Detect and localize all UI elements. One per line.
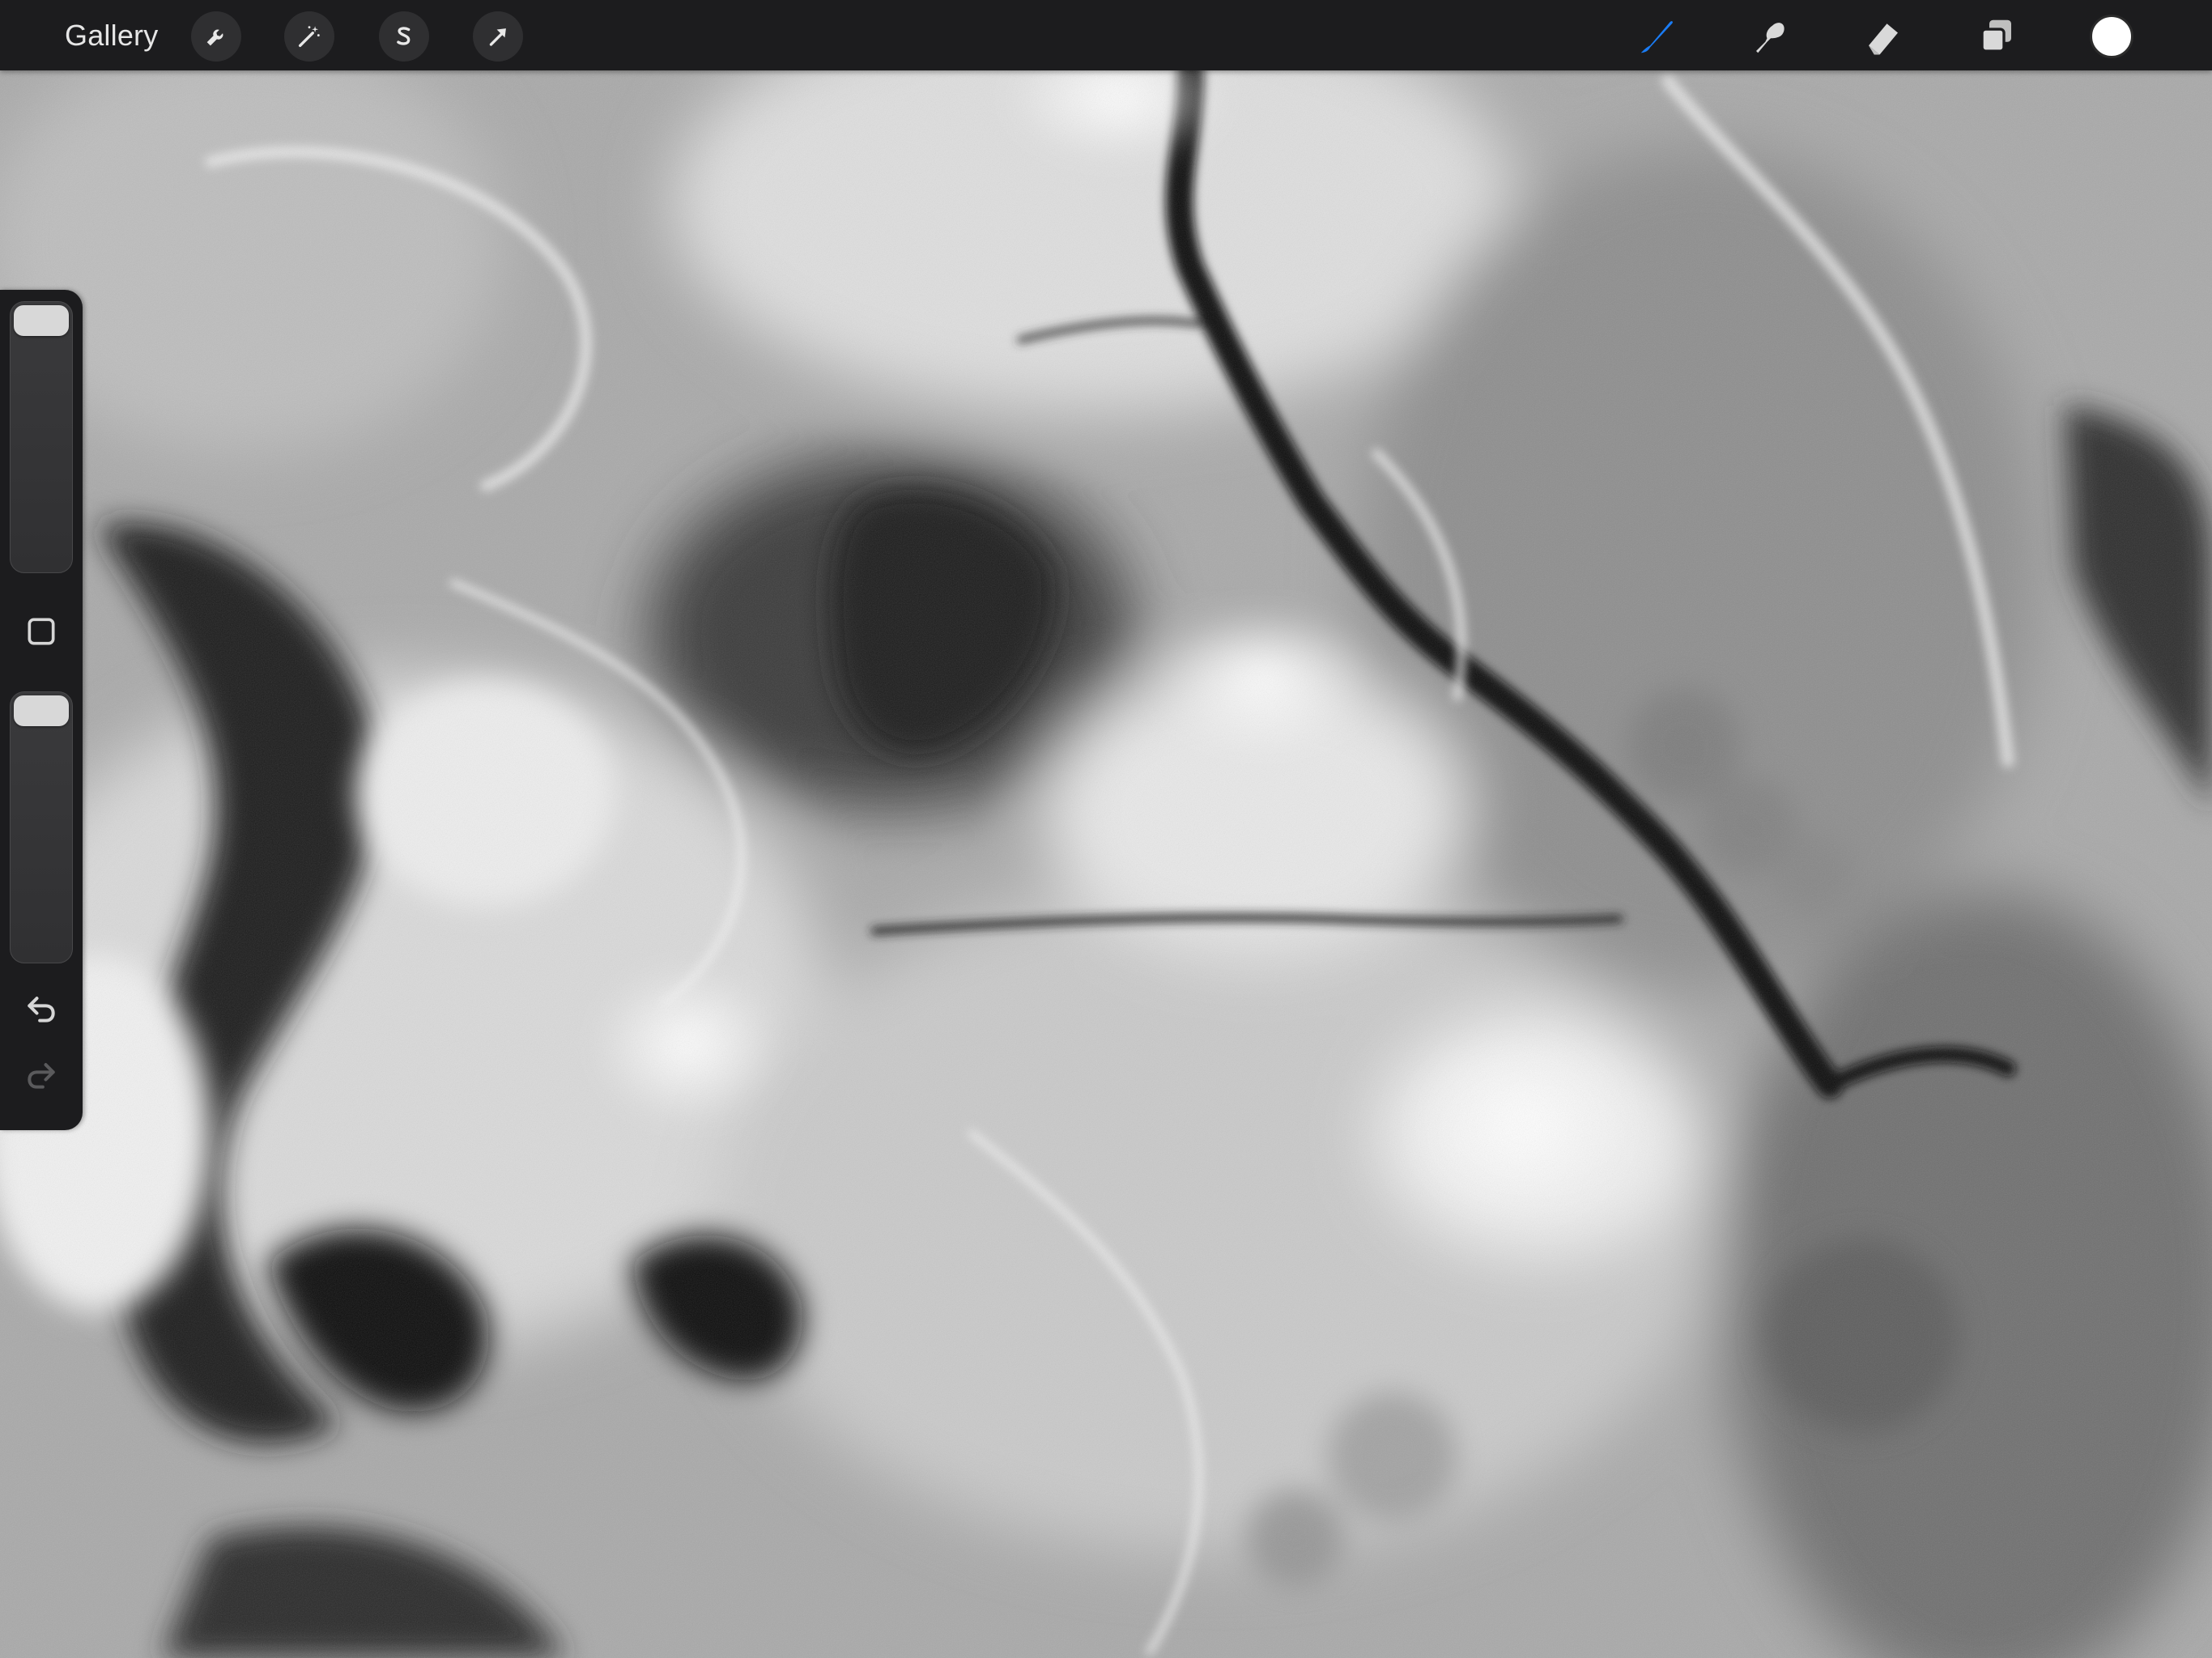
procreate-app: Gallery	[0, 0, 2212, 1658]
layers-icon	[1980, 19, 2011, 53]
undo-arrow-icon	[28, 997, 55, 1022]
brush-size-slider[interactable]	[10, 301, 73, 573]
redo-arrow-icon	[28, 1063, 55, 1089]
brush-opacity-slider[interactable]	[10, 691, 73, 963]
color-picker-button[interactable]	[2090, 15, 2133, 58]
drawing-canvas[interactable]	[0, 0, 2212, 1658]
gallery-button[interactable]: Gallery	[65, 16, 158, 55]
eraser-button[interactable]	[1858, 11, 1908, 62]
brush-icon	[1640, 21, 1673, 53]
actions-button[interactable]	[191, 11, 241, 62]
smudge-button[interactable]	[1746, 11, 1796, 62]
brush-opacity-thumb[interactable]	[14, 695, 69, 726]
square-modify-icon	[28, 618, 55, 645]
eraser-icon	[1869, 23, 1898, 55]
brush-button[interactable]	[1632, 11, 1682, 62]
redo-button[interactable]	[20, 1054, 62, 1096]
modify-button[interactable]	[23, 614, 59, 649]
selection-s-icon	[397, 27, 410, 45]
layers-button[interactable]	[1972, 11, 2022, 62]
adjustments-button[interactable]	[284, 11, 334, 62]
top-toolbar: Gallery	[0, 0, 2212, 70]
canvas-artwork	[0, 0, 2212, 1658]
transform-button[interactable]	[473, 11, 523, 62]
undo-button[interactable]	[20, 988, 62, 1030]
wrench-icon	[206, 29, 223, 46]
left-sidebar	[0, 290, 83, 1130]
magic-wand-icon	[298, 26, 320, 48]
transform-arrow-icon	[489, 28, 506, 46]
selection-button[interactable]	[379, 11, 429, 62]
smudge-icon	[1756, 23, 1784, 53]
brush-size-thumb[interactable]	[14, 305, 69, 336]
